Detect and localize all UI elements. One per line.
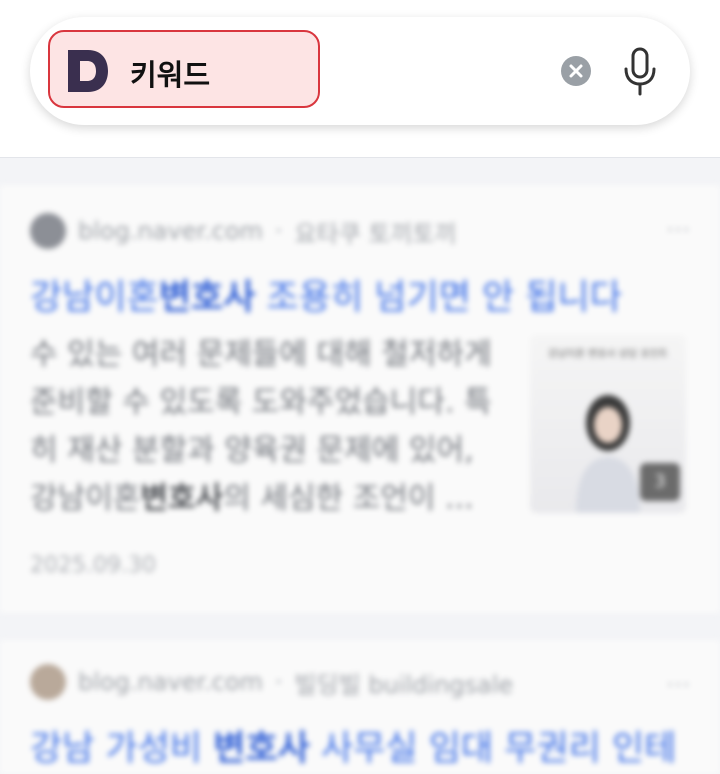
result-source-row: blog.naver.com · 요타쿠 토끼토끼 bbox=[30, 213, 457, 249]
result-title[interactable]: 강남이혼변호사 조용히 넘기면 안 됩니다 bbox=[30, 269, 622, 320]
image-count-badge: 3 bbox=[640, 463, 680, 501]
search-result-card[interactable]: blog.naver.com · 요타쿠 토끼토끼 ⋯ 강남이혼변호사 조용히 … bbox=[0, 185, 720, 613]
result-source-row: blog.naver.com · 빌딩빌 buildingsale bbox=[30, 664, 513, 700]
close-icon bbox=[569, 64, 583, 78]
result-source[interactable]: blog.naver.com bbox=[78, 668, 263, 696]
result-date: 2025.09.30 bbox=[30, 553, 156, 578]
result-source[interactable]: blog.naver.com bbox=[78, 217, 263, 245]
title-highlight: 변호사 bbox=[158, 278, 256, 318]
result-author[interactable]: 요타쿠 토끼토끼 bbox=[295, 214, 457, 249]
title-highlight: 변호사 bbox=[213, 729, 310, 769]
search-box[interactable]: 키워드 bbox=[30, 17, 690, 125]
avatar bbox=[30, 664, 66, 700]
snippet-suffix: 의 세심한 조언이 ... bbox=[223, 481, 474, 516]
result-snippet: 수 있는 여러 문제들에 대해 철저하게 준비할 수 있도록 도와주었습니다. … bbox=[30, 331, 510, 523]
result-author[interactable]: 빌딩빌 buildingsale bbox=[295, 665, 514, 700]
snippet-highlight: 변호사 bbox=[140, 481, 224, 516]
top-search-bar: 키워드 bbox=[0, 0, 720, 158]
search-keyword[interactable]: 키워드 bbox=[130, 52, 210, 94]
separator: · bbox=[274, 217, 283, 245]
title-suffix: 사무실 임대 무권리 인테 bbox=[309, 729, 677, 769]
separator: · bbox=[274, 668, 283, 696]
title-prefix: 강남 가성비 bbox=[30, 729, 214, 769]
keyword-highlight-box[interactable]: 키워드 bbox=[48, 30, 320, 108]
mic-icon[interactable] bbox=[622, 47, 658, 97]
title-prefix: 강남이혼 bbox=[30, 278, 159, 318]
avatar bbox=[30, 213, 66, 249]
clear-icon[interactable] bbox=[561, 56, 591, 86]
more-options-icon[interactable]: ⋯ bbox=[666, 215, 690, 243]
result-thumbnail[interactable]: 강남이혼 변호사 상담 포인트 3 bbox=[530, 335, 686, 513]
result-title[interactable]: 강남 가성비 변호사 사무실 임대 무권리 인테 bbox=[30, 720, 676, 771]
person-image bbox=[576, 395, 640, 513]
title-suffix: 조용히 넘기면 안 됩니다 bbox=[255, 278, 622, 318]
daum-logo-icon bbox=[68, 50, 108, 92]
thumbnail-caption: 강남이혼 변호사 상담 포인트 bbox=[548, 349, 668, 360]
more-options-icon[interactable]: ⋯ bbox=[666, 670, 690, 698]
search-result-card[interactable]: blog.naver.com · 빌딩빌 buildingsale ⋯ 강남 가… bbox=[0, 640, 720, 774]
